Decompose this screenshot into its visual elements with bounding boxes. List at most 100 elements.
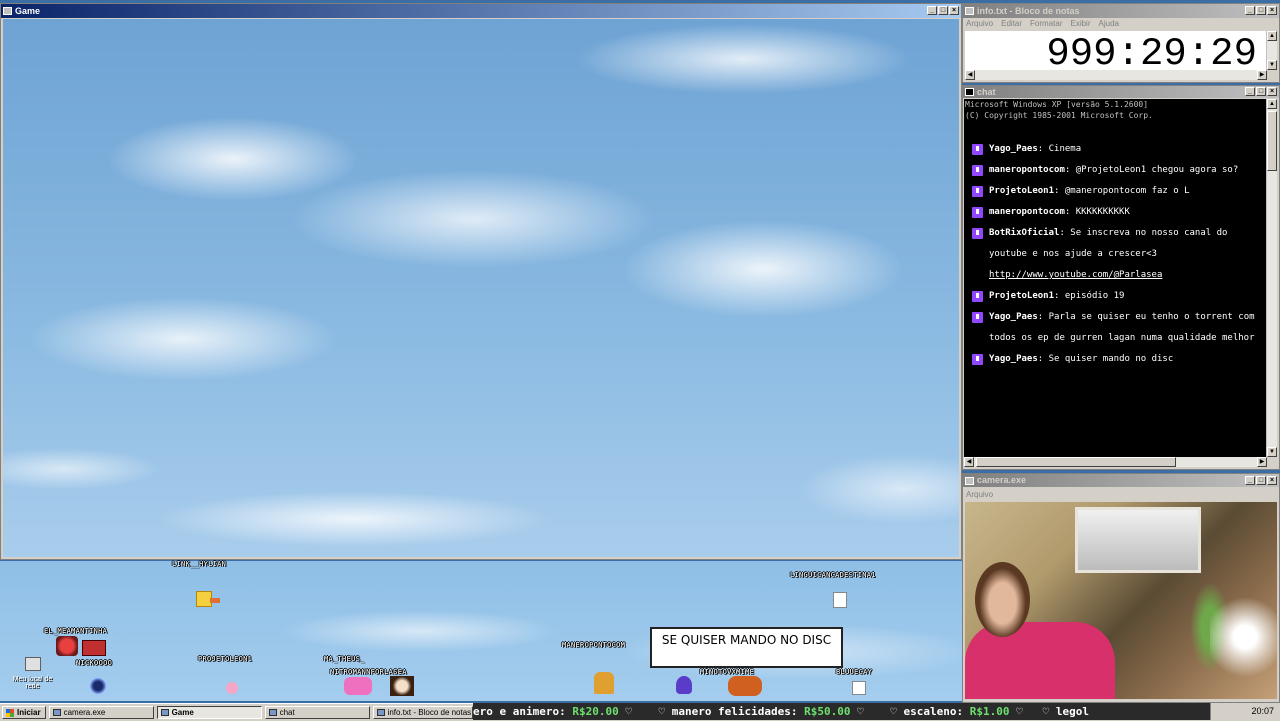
- chat-console[interactable]: Microsoft Windows XP [versão 5.1.2600] (…: [964, 99, 1267, 457]
- chat-text: episódio 19: [1064, 291, 1125, 301]
- chat-vertical-scrollbar[interactable]: ▲ ▼: [1266, 99, 1277, 457]
- player-name: MANEROPONTOCOM: [562, 641, 626, 649]
- notepad-window[interactable]: info.txt - Bloco de notas _ □ × Arquivo …: [962, 3, 1280, 83]
- scroll-right-arrow[interactable]: ▶: [1257, 70, 1267, 80]
- scroll-up-arrow[interactable]: ▲: [1267, 99, 1277, 109]
- chat-message: Yago_Paes: Se quiser mando no disc: [964, 349, 1267, 370]
- chat-message: ProjetoLeon1: @maneropontocom faz o L: [964, 181, 1267, 202]
- chat-message: maneropontocom: @ProjetoLeon1 chegou ago…: [964, 160, 1267, 181]
- player-sprite: [594, 672, 614, 694]
- close-button[interactable]: ×: [949, 6, 959, 15]
- chat-message: BotRixOficial: Se inscreva no nosso cana…: [964, 223, 1267, 286]
- chat-username: maneropontocom: [989, 207, 1065, 217]
- notepad-horizontal-scrollbar[interactable]: ◀ ▶: [965, 70, 1267, 80]
- chat-text: @maneropontocom faz o L: [1064, 186, 1190, 196]
- scroll-thumb[interactable]: [1267, 111, 1277, 171]
- player-name: LINGUICANCADESTINA1: [790, 571, 876, 579]
- twitch-badge-icon: [972, 165, 983, 176]
- scroll-left-arrow[interactable]: ◀: [964, 457, 974, 467]
- notepad-titlebar[interactable]: info.txt - Bloco de notas _ □ ×: [963, 4, 1279, 18]
- twitch-badge-icon: [972, 228, 983, 239]
- twitch-badge-icon: [972, 312, 983, 323]
- twitch-badge-icon: [972, 291, 983, 302]
- menu-exibir[interactable]: Exibir: [1070, 18, 1090, 30]
- camera-title: camera.exe: [977, 475, 1027, 485]
- game-titlebar[interactable]: Game _ □ ×: [1, 4, 961, 18]
- menu-formatar[interactable]: Formatar: [1030, 18, 1062, 30]
- chat-username: Yago_Paes: [989, 354, 1038, 364]
- minimize-button[interactable]: _: [1245, 87, 1255, 96]
- notepad-menubar: Arquivo Editar Formatar Exibir Ajuda: [963, 18, 1279, 30]
- taskbar-item-game[interactable]: Game: [156, 706, 262, 719]
- heart-icon: ♡: [890, 705, 897, 718]
- player-sprite: [728, 676, 762, 696]
- clock[interactable]: 20:07: [1251, 706, 1274, 716]
- chat-titlebar[interactable]: chat _ □ ×: [963, 86, 1279, 98]
- scroll-left-arrow[interactable]: ◀: [965, 70, 975, 80]
- heart-icon: ♡: [1042, 705, 1050, 718]
- chat-username: ProjetoLeon1: [989, 186, 1055, 196]
- chat-text: Se quiser mando no disc: [1048, 354, 1174, 364]
- maximize-button[interactable]: □: [938, 6, 948, 15]
- game-sky-view[interactable]: [3, 19, 959, 557]
- notepad-vertical-scrollbar[interactable]: ▲ ▼: [1266, 31, 1277, 70]
- start-button[interactable]: Iniciar: [2, 706, 46, 719]
- webcam-window-background: [1075, 507, 1201, 573]
- ticker-amount: R$20.00: [572, 705, 619, 718]
- game-window-icon: [3, 7, 12, 15]
- chat-username: ProjetoLeon1: [989, 291, 1055, 301]
- maximize-button[interactable]: □: [1256, 6, 1266, 15]
- chat-message: ProjetoLeon1: episódio 19: [964, 286, 1267, 307]
- taskbar-item-camera[interactable]: camera.exe: [48, 706, 154, 719]
- chat-horizontal-scrollbar[interactable]: ◀ ▶: [964, 457, 1267, 467]
- menu-arquivo[interactable]: Arquivo: [966, 489, 993, 501]
- player-sprite: [344, 677, 372, 695]
- webcam-feed: [965, 502, 1277, 699]
- chat-username: Yago_Paes: [989, 312, 1038, 322]
- camera-titlebar[interactable]: camera.exe _ □ ×: [963, 474, 1279, 487]
- notepad-icon: [965, 7, 974, 15]
- twitch-badge-icon: [972, 186, 983, 197]
- player-sprite: [852, 681, 866, 695]
- minimize-button[interactable]: _: [927, 6, 937, 15]
- chat-link[interactable]: http://www.youtube.com/@Parlasea: [989, 270, 1162, 280]
- notepad-text-area[interactable]: 999:29:29: [965, 31, 1267, 76]
- ticker-text: manero felicidades:: [671, 705, 805, 718]
- maximize-button[interactable]: □: [1256, 87, 1266, 96]
- scroll-up-arrow[interactable]: ▲: [1267, 31, 1277, 41]
- scroll-down-arrow[interactable]: ▼: [1267, 60, 1277, 70]
- chat-username: BotRixOficial: [989, 228, 1060, 238]
- player-sprite: [390, 676, 414, 696]
- ticker-amount: R$50.00: [804, 705, 851, 718]
- minimize-button[interactable]: _: [1245, 476, 1255, 485]
- menu-ajuda[interactable]: Ajuda: [1099, 18, 1119, 30]
- player-name: PROJETOLEON1: [198, 655, 253, 663]
- taskbar-item-chat[interactable]: chat: [264, 706, 370, 719]
- minimize-button[interactable]: _: [1245, 6, 1255, 15]
- game-window[interactable]: Game _ □ ×: [0, 3, 962, 560]
- game-title: Game: [15, 6, 41, 16]
- scroll-down-arrow[interactable]: ▼: [1267, 447, 1277, 457]
- player-sprite: [90, 678, 106, 694]
- player-sprite: [210, 598, 220, 603]
- ticker-text: escaleno:: [903, 705, 970, 718]
- close-button[interactable]: ×: [1267, 6, 1277, 15]
- close-button[interactable]: ×: [1267, 476, 1277, 485]
- console-header-line: Microsoft Windows XP [versão 5.1.2600]: [965, 100, 1149, 109]
- scroll-thumb[interactable]: [976, 457, 1176, 467]
- menu-arquivo[interactable]: Arquivo: [966, 18, 993, 30]
- maximize-button[interactable]: □: [1256, 476, 1266, 485]
- camera-window[interactable]: camera.exe _ □ × Arquivo: [962, 473, 1280, 703]
- notepad-title: info.txt - Bloco de notas: [977, 6, 1080, 16]
- close-button[interactable]: ×: [1267, 87, 1277, 96]
- scroll-right-arrow[interactable]: ▶: [1257, 457, 1267, 467]
- chat-username: Yago_Paes: [989, 144, 1038, 154]
- chat-window[interactable]: chat _ □ × Microsoft Windows XP [versão …: [962, 85, 1280, 470]
- menu-editar[interactable]: Editar: [1001, 18, 1022, 30]
- speech-bubble: SE QUISER MANDO NO DISC: [650, 627, 843, 668]
- network-icon[interactable]: [25, 657, 41, 671]
- player-sprite: [56, 636, 78, 656]
- twitch-badge-icon: [972, 354, 983, 365]
- taskbar-item-notepad[interactable]: info.txt - Bloco de notas: [372, 706, 473, 719]
- desktop-icon-label[interactable]: Meu local de rede: [5, 676, 60, 690]
